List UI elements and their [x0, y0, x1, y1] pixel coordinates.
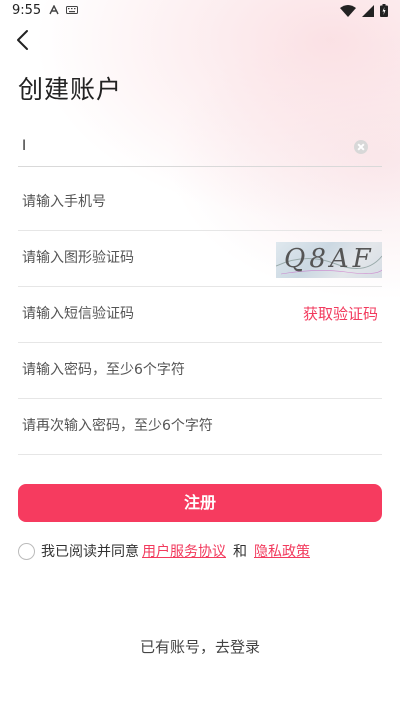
captcha-image[interactable]: Q8AF — [276, 242, 382, 278]
confirm-password-field[interactable]: 请再次输入密码，至少6个字符 — [18, 398, 382, 455]
captcha-text: Q8AF — [284, 244, 375, 274]
username-input[interactable]: I — [22, 118, 262, 166]
keyboard-icon — [66, 6, 78, 14]
sms-code-field[interactable]: 请输入短信验证码 获取验证码 — [18, 286, 382, 343]
wifi-icon — [340, 4, 356, 17]
agreement-and: 和 — [233, 544, 247, 560]
a-icon — [49, 5, 59, 15]
username-field[interactable]: I — [18, 118, 382, 167]
battery-icon — [380, 4, 388, 17]
captcha-input[interactable]: 请输入图形验证码 — [22, 230, 262, 286]
status-time: 9:55 — [12, 3, 42, 18]
captcha-field[interactable]: 请输入图形验证码 Q8AF — [18, 230, 382, 287]
signal-icon — [362, 4, 374, 17]
clear-icon[interactable] — [354, 140, 368, 154]
sms-code-input[interactable]: 请输入短信验证码 — [22, 286, 262, 342]
agreement-prefix: 我已阅读并同意 — [41, 544, 139, 560]
phone-field[interactable]: 请输入手机号 — [18, 174, 382, 231]
phone-input[interactable]: 请输入手机号 — [22, 174, 262, 230]
privacy-link[interactable]: 隐私政策 — [254, 541, 310, 561]
terms-link[interactable]: 用户服务协议 — [142, 541, 226, 561]
login-link[interactable]: 已有账号，去登录 — [0, 636, 400, 657]
agreement-row: 我已阅读并同意 用户服务协议 和 隐私政策 — [18, 540, 313, 562]
back-button[interactable] — [12, 28, 36, 52]
get-code-button[interactable]: 获取验证码 — [303, 286, 378, 342]
page-title: 创建账户 — [18, 75, 123, 104]
password-field[interactable]: 请输入密码，至少6个字符 — [18, 342, 382, 399]
password-input[interactable]: 请输入密码，至少6个字符 — [22, 342, 262, 398]
status-right-icons — [340, 4, 388, 17]
agree-checkbox[interactable] — [18, 542, 35, 560]
status-bar: 9:55 — [0, 0, 400, 22]
register-button[interactable]: 注册 — [18, 484, 382, 522]
confirm-password-input[interactable]: 请再次输入密码，至少6个字符 — [22, 398, 322, 454]
